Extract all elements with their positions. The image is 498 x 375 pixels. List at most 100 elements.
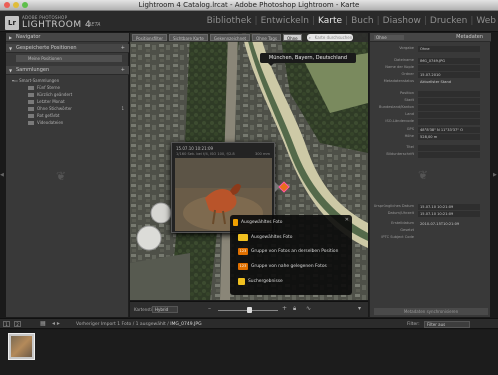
metadata-value[interactable]: 48°8'38" N 11°33'37" O bbox=[418, 126, 480, 133]
metadata-value[interactable] bbox=[418, 144, 480, 151]
map-style-select[interactable]: Hybrid bbox=[152, 306, 178, 313]
source-label: Vorheriger Import bbox=[76, 322, 116, 327]
metadata-row: Dateiname IMG_0749.JPG bbox=[372, 57, 490, 64]
filter-position-button[interactable]: Positionsfilter bbox=[132, 34, 167, 41]
tracklog-icon[interactable]: ∿ bbox=[306, 305, 311, 312]
search-icon: ⌕ bbox=[308, 35, 311, 40]
metadata-value[interactable] bbox=[418, 111, 480, 118]
metadata-key: Höhe bbox=[404, 134, 414, 138]
metadata-header[interactable]: Ohne Metadaten bbox=[370, 33, 491, 42]
collection-item[interactable]: Kürzlich geändert bbox=[28, 92, 128, 98]
legend-row-group-nearby: 123 Gruppe von nahe gelegenen Fotos bbox=[238, 263, 327, 270]
metadata-value[interactable]: IMG_0749.JPG bbox=[418, 57, 480, 64]
nav-arrows-icon[interactable]: ◂ ▸ bbox=[52, 320, 60, 327]
navigator-header[interactable]: ▶ Navigator bbox=[6, 33, 129, 42]
filter-tagged-button[interactable]: Gekennzeichnet bbox=[209, 34, 251, 41]
metadata-preset-select[interactable]: Ohne bbox=[374, 35, 404, 40]
right-panel-toggle-icon[interactable]: ▶ bbox=[493, 172, 497, 180]
collection-item[interactable]: Ohne Stichwörter 1 bbox=[28, 106, 128, 112]
zoom-slider-knob[interactable] bbox=[247, 307, 252, 313]
metadata-value bbox=[418, 235, 480, 241]
metadata-row: Name der Kopie bbox=[372, 64, 490, 71]
metadata-row: Datum/Uhrzeit 15.07.10 10:21:09 bbox=[372, 210, 490, 217]
metadata-row: Gesetzt bbox=[372, 227, 490, 234]
module-karte[interactable]: Karte bbox=[318, 16, 342, 26]
metadata-row: Ordner 15.07.2010 bbox=[372, 71, 490, 78]
grid-view-icon[interactable]: ▦ bbox=[40, 320, 46, 327]
map-search-placeholder: Karte durchsuchen bbox=[314, 35, 353, 40]
location-filter-bar: Positionsfilter Sichtbare Karte Gekennze… bbox=[130, 33, 368, 42]
left-panel-toggle-icon[interactable]: ◀ bbox=[0, 172, 4, 180]
metadata-value[interactable] bbox=[418, 118, 480, 125]
metadata-key: Dateiname bbox=[394, 58, 414, 62]
navigator-label: Navigator bbox=[16, 34, 41, 40]
metadata-value[interactable] bbox=[418, 64, 480, 71]
popup-date: 15.07.10 10:21:09 bbox=[176, 146, 214, 151]
metadata-row: IPTC Subject Code bbox=[372, 234, 490, 241]
smart-collection-icon bbox=[28, 86, 34, 90]
group-nearby-marker-icon: 123 bbox=[238, 263, 248, 270]
smart-collection-icon bbox=[28, 121, 34, 125]
my-positions-folder[interactable]: Meine Positionen bbox=[16, 55, 122, 62]
expanded-triangle-icon: ▼ bbox=[9, 46, 13, 51]
metadata-value bbox=[418, 228, 480, 234]
metadata-value[interactable] bbox=[418, 104, 480, 111]
metadata-row: Stadt bbox=[372, 97, 490, 104]
metadata-row: ISO-Ländercode bbox=[372, 118, 490, 125]
zoom-in-icon[interactable]: + bbox=[282, 305, 287, 312]
metadata-title: Metadaten bbox=[456, 34, 483, 40]
location-label: München, Bayern, Deutschland bbox=[260, 53, 356, 66]
module-bibliothek[interactable]: Bibliothek bbox=[207, 16, 252, 26]
main-window-button[interactable]: 1 bbox=[3, 321, 10, 327]
module-drucken[interactable]: Drucken bbox=[430, 16, 467, 26]
zoom-out-icon[interactable]: – bbox=[208, 305, 211, 312]
module-diashow[interactable]: Diashow bbox=[383, 16, 421, 26]
add-location-icon[interactable]: + bbox=[121, 44, 125, 53]
module-web[interactable]: Web bbox=[476, 16, 496, 26]
metadata-key: Metadatenstatus bbox=[383, 79, 414, 83]
legend-row-photo: Ausgewähltes Foto bbox=[238, 234, 292, 241]
module-entwickeln[interactable]: Entwickeln bbox=[261, 16, 309, 26]
filmstrip-source[interactable]: Vorheriger Import 1 Foto / 1 ausgewählt … bbox=[76, 322, 202, 327]
close-legend-icon[interactable]: ✕ bbox=[345, 217, 349, 223]
add-collection-icon[interactable]: + bbox=[121, 66, 125, 75]
metadata-key: Datum/Uhrzeit bbox=[387, 211, 414, 215]
collection-item[interactable]: Letzter Monat bbox=[28, 99, 128, 105]
collections-header[interactable]: ▼ Sammlungen + bbox=[6, 66, 129, 75]
saved-locations-label: Gespeicherte Positionen bbox=[16, 45, 77, 51]
metadata-value[interactable]: 15.07.10 10:21:09 bbox=[418, 210, 480, 217]
metadata-value[interactable]: 15.07.10 10:21:09 bbox=[418, 203, 480, 210]
filmstrip-bar: 1 2 ▦ ◂ ▸ Vorheriger Import 1 Foto / 1 a… bbox=[0, 318, 498, 329]
my-positions-label: Meine Positionen bbox=[28, 56, 62, 61]
collection-item[interactable]: Fünf Sterne bbox=[28, 85, 128, 91]
collection-item[interactable]: Rot gefärbt bbox=[28, 113, 128, 119]
metadata-row: Bildunterschrift bbox=[372, 151, 490, 158]
second-window-button[interactable]: 2 bbox=[14, 321, 21, 327]
metadata-value[interactable]: 528,00 m bbox=[418, 133, 480, 140]
metadata-key: Position bbox=[400, 91, 414, 95]
collection-item[interactable]: Videodateien bbox=[28, 120, 128, 126]
map-search-input[interactable]: ⌕ Karte durchsuchen bbox=[306, 34, 353, 41]
filmstrip-filter-select[interactable]: Filter aus bbox=[424, 321, 470, 328]
filter-label: Filter: bbox=[407, 322, 420, 327]
collections-label: Sammlungen bbox=[16, 67, 50, 73]
collection-set-smart[interactable]: ▾▭ Smart-Sammlungen bbox=[12, 78, 122, 84]
filmstrip-thumbnail[interactable] bbox=[8, 333, 35, 360]
metadata-value[interactable] bbox=[418, 151, 480, 158]
metadata-value[interactable] bbox=[418, 90, 480, 97]
panel-end-ornament: ❦ bbox=[56, 169, 67, 183]
sync-metadata-button[interactable]: Metadaten synchronisieren bbox=[374, 308, 488, 315]
metadata-value[interactable] bbox=[418, 97, 480, 104]
lock-icon[interactable]: 🔒︎ bbox=[293, 305, 296, 313]
filter-visible-map-button[interactable]: Sichtbare Karte bbox=[168, 34, 208, 41]
filter-none-button[interactable]: Ohne bbox=[282, 34, 302, 41]
metadata-value[interactable]: Ohne bbox=[418, 45, 480, 52]
legend-label: Ausgewähltes Foto bbox=[241, 220, 283, 225]
metadata-key: Ordner bbox=[401, 72, 415, 76]
module-picker: Bibliothek | Entwickeln | Karte | Buch | Dia… bbox=[206, 16, 496, 26]
saved-locations-header[interactable]: ▼ Gespeicherte Positionen + bbox=[6, 44, 129, 53]
metadata-value[interactable]: 15.07.2010 bbox=[418, 71, 480, 78]
filter-untagged-button[interactable]: Ohne Tags bbox=[252, 34, 281, 41]
toolbar-menu-icon[interactable]: ▾ bbox=[358, 305, 361, 312]
module-buch[interactable]: Buch bbox=[351, 16, 374, 26]
